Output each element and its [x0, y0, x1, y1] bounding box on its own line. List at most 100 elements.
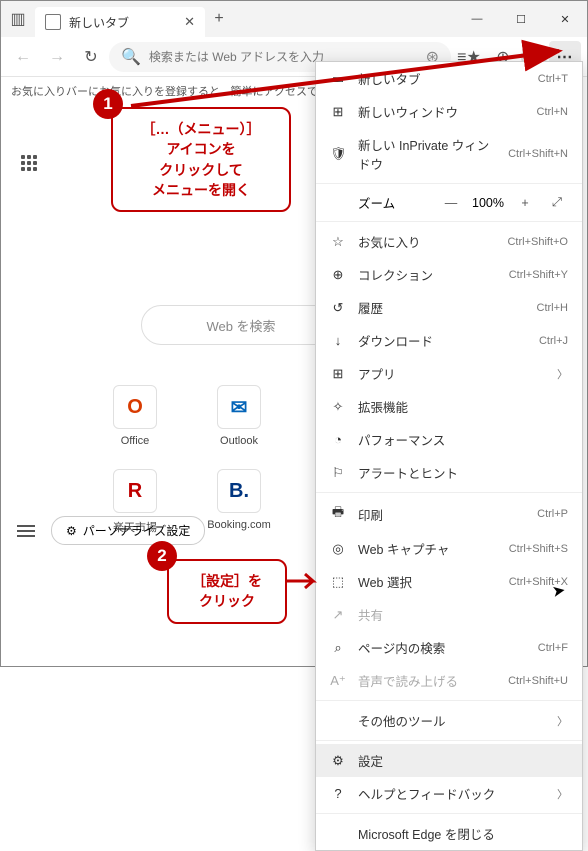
menu-readaloud: A⁺音声で読み上げるCtrl+Shift+U — [316, 664, 582, 697]
menu-item-shortcut: Ctrl+J — [539, 335, 568, 347]
menu-item-label: 印刷 — [358, 505, 525, 524]
maximize-button[interactable]: ☐ — [499, 1, 543, 37]
menu-item-label: お気に入り — [358, 232, 495, 251]
menu-item-shortcut: Ctrl+Shift+O — [507, 236, 568, 248]
menu-new-tab[interactable]: ▭新しいタブCtrl+T — [316, 62, 582, 95]
tile-label: Booking.com — [199, 519, 279, 531]
menu-apps[interactable]: ⊞アプリ〉 — [316, 357, 582, 390]
menu-item-label: 履歴 — [358, 298, 525, 317]
menu-item-icon: 🛡 — [330, 146, 346, 162]
menu-new-inprivate[interactable]: 🛡新しい InPrivate ウィンドウCtrl+Shift+N — [316, 128, 582, 180]
menu-new-window[interactable]: ⊞ 新しいウィンドウ Ctrl+N — [316, 95, 582, 128]
menu-favorites[interactable]: ☆ お気に入り Ctrl+Shift+O — [316, 225, 582, 258]
menu-capture[interactable]: ◎Web キャプチャCtrl+Shift+S — [316, 532, 582, 565]
chevron-right-icon: 〉 — [557, 366, 568, 382]
callout-badge-1: 1 — [93, 89, 123, 119]
forward-button[interactable]: → — [41, 41, 73, 73]
menu-item-icon: ▭ — [330, 71, 346, 87]
menu-share: ↗ 共有 — [316, 598, 582, 631]
menu-item-icon: ◔ — [330, 432, 346, 447]
menu-item-label: Web キャプチャ — [358, 539, 497, 558]
quick-link-tile[interactable]: ✉ Outlook — [199, 385, 279, 451]
menu-item-icon: ✧ — [330, 399, 346, 415]
menu-item-icon: 🖶 — [330, 503, 346, 525]
menu-find[interactable]: ⌕ ページ内の検索 Ctrl+F — [316, 631, 582, 664]
menu-close-edge[interactable]: Microsoft Edge を閉じる — [316, 817, 582, 850]
callout-1: ［…（メニュー）］アイコンをクリックしてメニューを開く — [111, 107, 291, 212]
tile-icon: B. — [217, 469, 261, 513]
menu-item-shortcut: Ctrl+P — [537, 508, 568, 520]
browser-tab[interactable]: 新しいタブ ✕ — [35, 7, 205, 37]
menu-item-icon: ⚐ — [330, 465, 346, 481]
menu-settings[interactable]: ⚙設定 — [316, 744, 582, 777]
menu-item-label: パフォーマンス — [358, 430, 568, 449]
zoom-in-button[interactable]: + — [514, 196, 536, 210]
menu-item-shortcut: Ctrl+Shift+Y — [509, 269, 568, 281]
menu-extensions[interactable]: ✧拡張機能 — [316, 390, 582, 423]
tab-actions-button[interactable]: ▥ — [1, 1, 35, 37]
zoom-value: 100% — [472, 196, 504, 210]
menu-item-label: Web 選択 — [358, 572, 497, 591]
search-placeholder: Web を検索 — [206, 316, 275, 335]
menu-item-icon: ⬚ — [330, 574, 346, 590]
menu-item-label: ダウンロード — [358, 331, 527, 350]
zoom-out-button[interactable]: — — [440, 196, 462, 210]
tile-label: Office — [95, 435, 175, 447]
menu-other-tools[interactable]: その他のツール 〉 — [316, 704, 582, 737]
menu-item-label: 新しいウィンドウ — [358, 102, 525, 121]
sliders-icon: ⚙ — [66, 524, 77, 538]
close-window-button[interactable]: ✕ — [543, 1, 587, 37]
menu-collections[interactable]: ⊕コレクションCtrl+Shift+Y — [316, 258, 582, 291]
web-search-box[interactable]: Web を検索 — [141, 305, 341, 345]
tile-icon: ✉ — [217, 385, 261, 429]
tile-icon: R — [113, 469, 157, 513]
refresh-button[interactable]: ↻ — [75, 41, 107, 73]
menu-item-icon: ⌕ — [330, 640, 346, 656]
close-tab-icon[interactable]: ✕ — [184, 14, 195, 30]
menu-item-label: アラートとヒント — [358, 463, 568, 482]
tab-title: 新しいタブ — [69, 14, 176, 31]
menu-item-label: 新しいタブ — [358, 69, 526, 88]
menu-item-icon: ↓ — [330, 333, 346, 348]
chevron-right-icon: 〉 — [557, 786, 568, 802]
quick-link-tile[interactable]: B. Booking.com — [199, 469, 279, 535]
menu-print[interactable]: 🖶 印刷 Ctrl+P — [316, 496, 582, 532]
new-tab-button[interactable]: + — [205, 10, 233, 28]
titlebar: ▥ 新しいタブ ✕ + — ☐ ✕ — [1, 1, 587, 37]
fullscreen-button[interactable]: ⤢ — [546, 195, 568, 210]
cursor-icon: ➤ — [550, 580, 567, 602]
menu-zoom: ズーム — 100% + ⤢ — [316, 187, 582, 218]
menu-history[interactable]: ↺履歴Ctrl+H — [316, 291, 582, 324]
menu-item-shortcut: Ctrl+F — [538, 642, 568, 654]
menu-item-label: 新しい InPrivate ウィンドウ — [358, 135, 496, 173]
settings-menu: ▭新しいタブCtrl+T⊞新しいウィンドウCtrl+N🛡新しい InPrivat… — [315, 61, 583, 851]
tile-label: Outlook — [199, 435, 279, 447]
menu-help[interactable]: ?ヘルプとフィードバック〉 — [316, 777, 582, 810]
menu-item-icon: ↗ — [330, 607, 346, 623]
personalize-button[interactable]: ⚙ パーソナライズ設定 — [51, 516, 205, 545]
tile-icon: O — [113, 385, 157, 429]
menu-downloads[interactable]: ↓ ダウンロード Ctrl+J — [316, 324, 582, 357]
menu-performance[interactable]: ◔ パフォーマンス — [316, 423, 582, 456]
quick-link-tile[interactable]: O Office — [95, 385, 175, 451]
menu-item-icon: ☆ — [330, 234, 346, 250]
menu-item-icon: ⊞ — [330, 104, 346, 120]
menu-item-shortcut: Ctrl+H — [537, 302, 568, 314]
menu-item-shortcut: Ctrl+Shift+U — [508, 675, 568, 687]
search-icon: 🔍 — [121, 47, 141, 67]
menu-alerts[interactable]: ⚐ アラートとヒント — [316, 456, 582, 489]
menu-item-label: ページ内の検索 — [358, 638, 526, 657]
menu-item-label: 音声で読み上げる — [358, 671, 496, 690]
menu-webselect[interactable]: ⬚Web 選択Ctrl+Shift+X — [316, 565, 582, 598]
apps-launcher-icon[interactable] — [21, 155, 39, 173]
menu-icon[interactable] — [17, 525, 35, 537]
menu-item-shortcut: Ctrl+N — [537, 106, 568, 118]
menu-item-icon: ◎ — [330, 541, 346, 557]
minimize-button[interactable]: — — [455, 1, 499, 37]
menu-item-label: 共有 — [358, 605, 568, 624]
callout-badge-2: 2 — [147, 541, 177, 571]
menu-item-icon: ⊞ — [330, 366, 346, 382]
menu-item-icon: ? — [330, 786, 346, 801]
back-button[interactable]: ← — [7, 41, 39, 73]
menu-item-label: 設定 — [358, 751, 568, 770]
